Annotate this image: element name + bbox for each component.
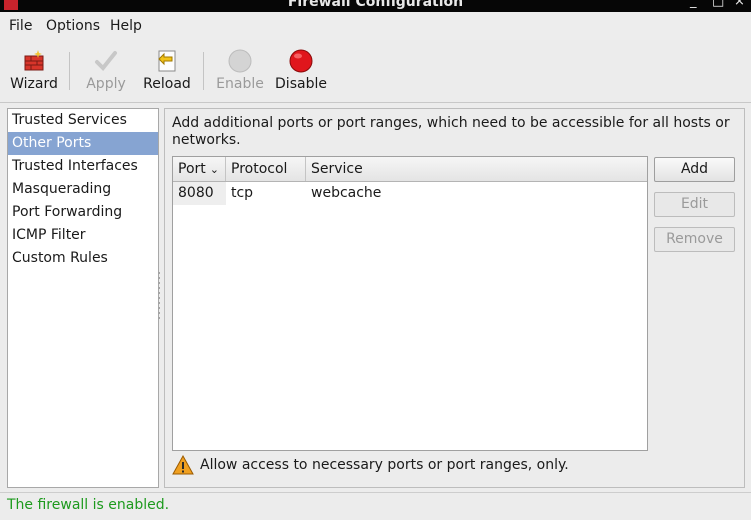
disable-icon — [289, 49, 313, 73]
wizard-icon — [24, 50, 44, 71]
sidebar-item-port-forwarding[interactable]: Port Forwarding — [8, 201, 158, 224]
toolbar-separator — [203, 52, 204, 90]
warning-icon — [172, 455, 194, 475]
cell-service: webcache — [311, 185, 382, 201]
column-header-service[interactable]: Service — [306, 157, 647, 181]
apply-label: Apply — [86, 76, 126, 92]
hint-text: Allow access to necessary ports or port … — [200, 457, 569, 473]
sidebar-item-trusted-services[interactable]: Trusted Services — [8, 109, 158, 132]
panel-description: Add additional ports or port ranges, whi… — [172, 115, 730, 148]
column-header-protocol[interactable]: Protocol — [226, 157, 306, 181]
pane-resize-handle[interactable] — [157, 272, 161, 322]
wizard-button[interactable]: Wizard — [6, 40, 62, 100]
sidebar-item-custom-rules[interactable]: Custom Rules — [8, 247, 158, 270]
sidebar-item-icmp-filter[interactable]: ICMP Filter — [8, 224, 158, 247]
reload-button[interactable]: Reload — [140, 40, 194, 100]
column-header-port-label: Port — [178, 161, 206, 177]
column-header-port[interactable]: Port ⌄ — [173, 157, 226, 181]
cell-port: 8080 — [173, 182, 226, 205]
toolbar: Wizard Apply Reload Enable Disable — [0, 40, 751, 103]
edit-button[interactable]: Edit — [654, 192, 735, 217]
menu-file[interactable]: File — [9, 18, 32, 34]
disable-label: Disable — [275, 76, 327, 92]
cell-protocol: tcp — [231, 185, 254, 201]
window-title: Firewall Configuration — [287, 0, 464, 10]
disable-button[interactable]: Disable — [272, 40, 330, 100]
menu-bar: File Options Help — [0, 12, 751, 41]
menu-help[interactable]: Help — [110, 18, 142, 34]
enable-button[interactable]: Enable — [212, 40, 268, 100]
remove-button[interactable]: Remove — [654, 227, 735, 252]
enable-icon — [228, 49, 252, 73]
table-header: Port ⌄ Protocol Service — [173, 157, 647, 182]
sidebar-item-other-ports[interactable]: Other Ports — [8, 132, 158, 155]
reload-icon — [158, 50, 176, 72]
firewall-status-text: The firewall is enabled. — [7, 497, 170, 513]
window-titlebar: Firewall Configuration _ □ × — [0, 0, 751, 12]
minimize-button[interactable]: _ — [690, 0, 697, 9]
add-button[interactable]: Add — [654, 157, 735, 182]
sort-chevron-icon: ⌄ — [209, 163, 219, 176]
menu-options[interactable]: Options — [46, 18, 100, 34]
wizard-label: Wizard — [10, 76, 58, 92]
status-bar: The firewall is enabled. — [0, 492, 751, 517]
ports-table[interactable]: Port ⌄ Protocol Service 8080 tcp webcache — [172, 156, 648, 451]
toolbar-separator — [69, 52, 70, 90]
table-row[interactable]: 8080 tcp webcache — [173, 182, 647, 205]
other-ports-panel: Add additional ports or port ranges, whi… — [164, 108, 745, 488]
sidebar-item-masquerading[interactable]: Masquerading — [8, 178, 158, 201]
maximize-button[interactable]: □ — [712, 0, 724, 9]
close-button[interactable]: × — [734, 0, 745, 9]
sidebar: Trusted Services Other Ports Trusted Int… — [7, 108, 159, 488]
reload-label: Reload — [143, 76, 191, 92]
checkmark-icon — [95, 51, 117, 71]
enable-label: Enable — [216, 76, 264, 92]
sidebar-item-trusted-interfaces[interactable]: Trusted Interfaces — [8, 155, 158, 178]
apply-button[interactable]: Apply — [78, 40, 134, 100]
